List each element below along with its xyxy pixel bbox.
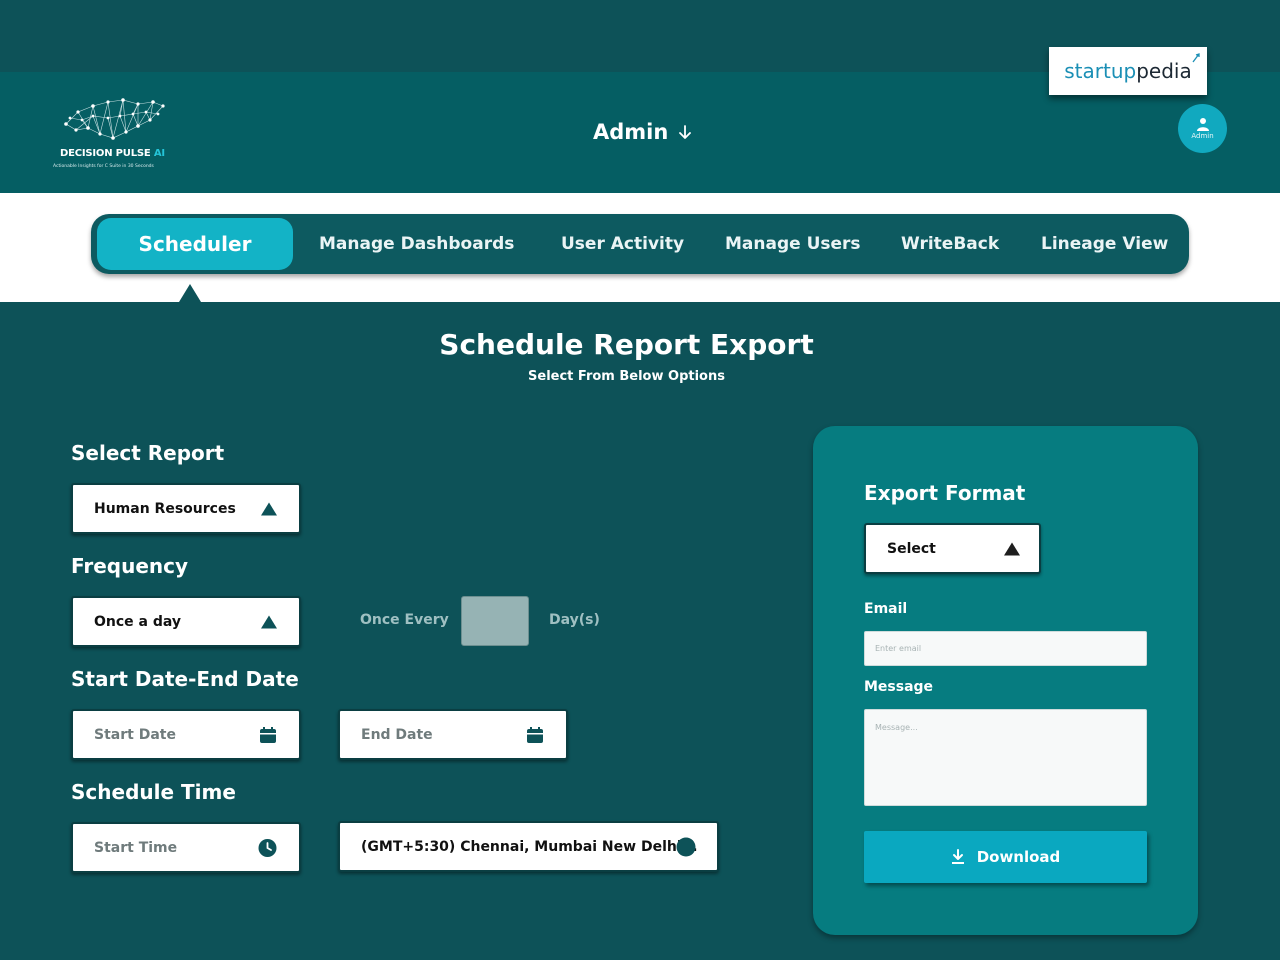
tab-scheduler[interactable]: Scheduler	[97, 218, 293, 270]
page-title: Schedule Report Export	[439, 328, 814, 361]
user-avatar-button[interactable]: Admin	[1178, 104, 1227, 153]
calendar-icon	[526, 726, 544, 744]
once-every-label: Once Every	[360, 612, 449, 628]
email-label: Email	[864, 601, 908, 617]
triangle-up-icon	[1004, 542, 1020, 555]
start-time-placeholder: Start Time	[94, 839, 178, 856]
export-format-value: Select	[887, 540, 936, 557]
triangle-up-icon	[261, 615, 277, 628]
partner-logo-part1: startup	[1064, 59, 1137, 83]
logo-brand-main: DECISION PULSE	[60, 148, 151, 159]
download-button[interactable]: Download	[864, 831, 1147, 883]
logo-brand-name: DECISION PULSE AI	[50, 148, 170, 159]
timezone-select[interactable]: (GMT+5:30) Chennai, Mumbai New Delhi...	[338, 821, 719, 872]
days-interval-input[interactable]	[461, 596, 529, 646]
email-field[interactable]: Enter email	[864, 631, 1147, 666]
tab-manage-dashboards[interactable]: Manage Dashboards	[319, 214, 514, 274]
download-label: Download	[976, 848, 1061, 866]
arrow-down-icon	[679, 125, 692, 139]
schedule-time-label: Schedule Time	[71, 780, 236, 804]
start-date-placeholder: Start Date	[94, 726, 176, 743]
date-range-label: Start Date-End Date	[71, 667, 299, 691]
report-select[interactable]: Human Resources	[71, 483, 301, 534]
export-format-select[interactable]: Select	[864, 523, 1041, 574]
start-date-field[interactable]: Start Date	[71, 709, 301, 760]
active-tab-pointer	[179, 284, 201, 302]
app-logo[interactable]: DECISION PULSE AI Actionable Insights fo…	[50, 94, 170, 174]
role-title: Admin	[593, 120, 669, 144]
sparkle-icon	[1192, 53, 1200, 63]
calendar-icon	[259, 726, 277, 744]
timezone-value: (GMT+5:30) Chennai, Mumbai New Delhi...	[361, 838, 698, 855]
user-icon	[1196, 118, 1209, 131]
timezone-dot-icon	[676, 837, 696, 857]
report-select-value: Human Resources	[94, 500, 236, 517]
logo-brand-ai: AI	[153, 148, 165, 159]
end-date-field[interactable]: End Date	[338, 709, 568, 760]
logo-tagline: Actionable Insights for C Suite in 30 Se…	[53, 164, 154, 169]
select-report-label: Select Report	[71, 441, 225, 465]
tab-writeback[interactable]: WriteBack	[901, 214, 999, 274]
role-dropdown[interactable]: Admin	[593, 120, 692, 144]
page-subtitle: Select From Below Options	[528, 369, 725, 384]
days-unit-label: Day(s)	[549, 612, 600, 628]
frequency-label: Frequency	[71, 554, 189, 578]
message-label: Message	[864, 679, 934, 695]
tab-user-activity[interactable]: User Activity	[561, 214, 684, 274]
frequency-select-value: Once a day	[94, 613, 182, 630]
avatar-label: Admin	[1191, 132, 1214, 140]
clock-icon	[258, 838, 277, 857]
export-format-title: Export Format	[864, 481, 1026, 505]
network-map-icon	[64, 98, 165, 140]
tab-manage-users[interactable]: Manage Users	[725, 214, 861, 274]
frequency-select[interactable]: Once a day	[71, 596, 301, 647]
end-date-placeholder: End Date	[361, 726, 433, 743]
download-icon	[951, 849, 964, 864]
start-time-field[interactable]: Start Time	[71, 822, 301, 873]
message-field[interactable]: Message...	[864, 709, 1147, 806]
partner-logo: startup pedia	[1049, 47, 1207, 95]
partner-logo-part2: pedia	[1136, 59, 1192, 83]
tab-lineage-view[interactable]: Lineage View	[1041, 214, 1168, 274]
triangle-up-icon	[261, 502, 277, 515]
